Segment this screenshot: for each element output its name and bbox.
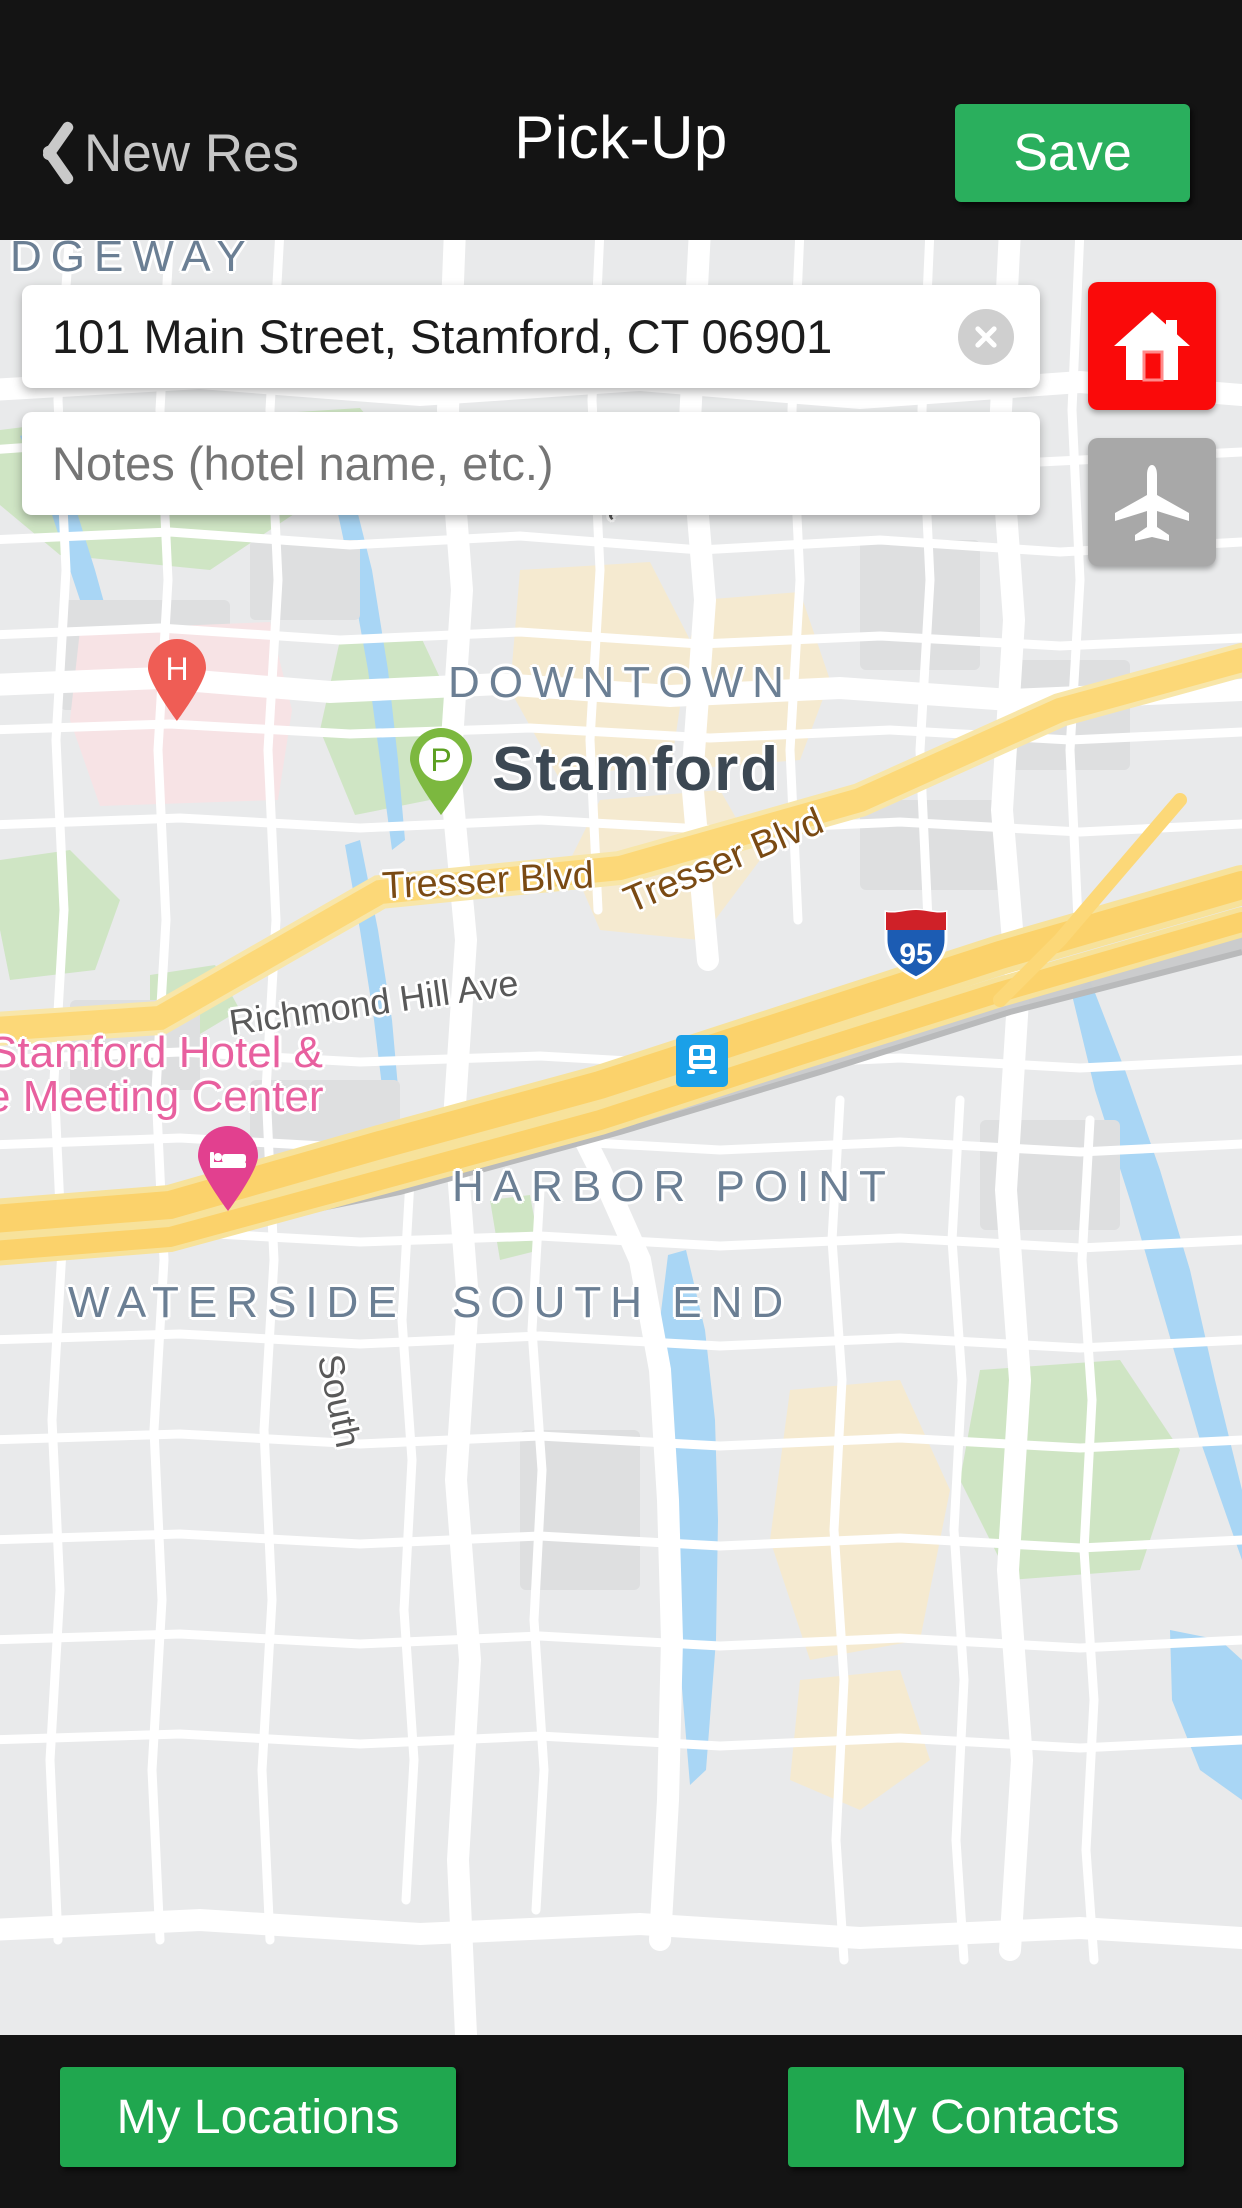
notes-placeholder[interactable]: Notes (hotel name, etc.) — [52, 436, 1040, 491]
my-locations-button[interactable]: My Locations — [60, 2067, 456, 2167]
close-circle-icon[interactable] — [958, 308, 1014, 365]
airplane-icon — [1115, 465, 1189, 541]
home-icon — [1114, 312, 1190, 382]
my-contacts-button[interactable]: My Contacts — [788, 2067, 1184, 2167]
notes-field[interactable]: Notes (hotel name, etc.) — [22, 412, 1040, 515]
home-button[interactable] — [1088, 282, 1216, 410]
footer-bar: My Locations My Contacts — [0, 2035, 1242, 2208]
address-field[interactable]: 101 Main Street, Stamford, CT 06901 — [22, 285, 1040, 388]
address-value[interactable]: 101 Main Street, Stamford, CT 06901 — [52, 309, 958, 364]
app-screen: DGEWAY DOWNTOWN HARBOR POINT WATERSIDE S… — [0, 0, 1242, 2208]
airport-button[interactable] — [1088, 438, 1216, 566]
save-button[interactable]: Save — [955, 104, 1190, 202]
header-bar: New Res Pick-Up Save — [0, 0, 1242, 240]
